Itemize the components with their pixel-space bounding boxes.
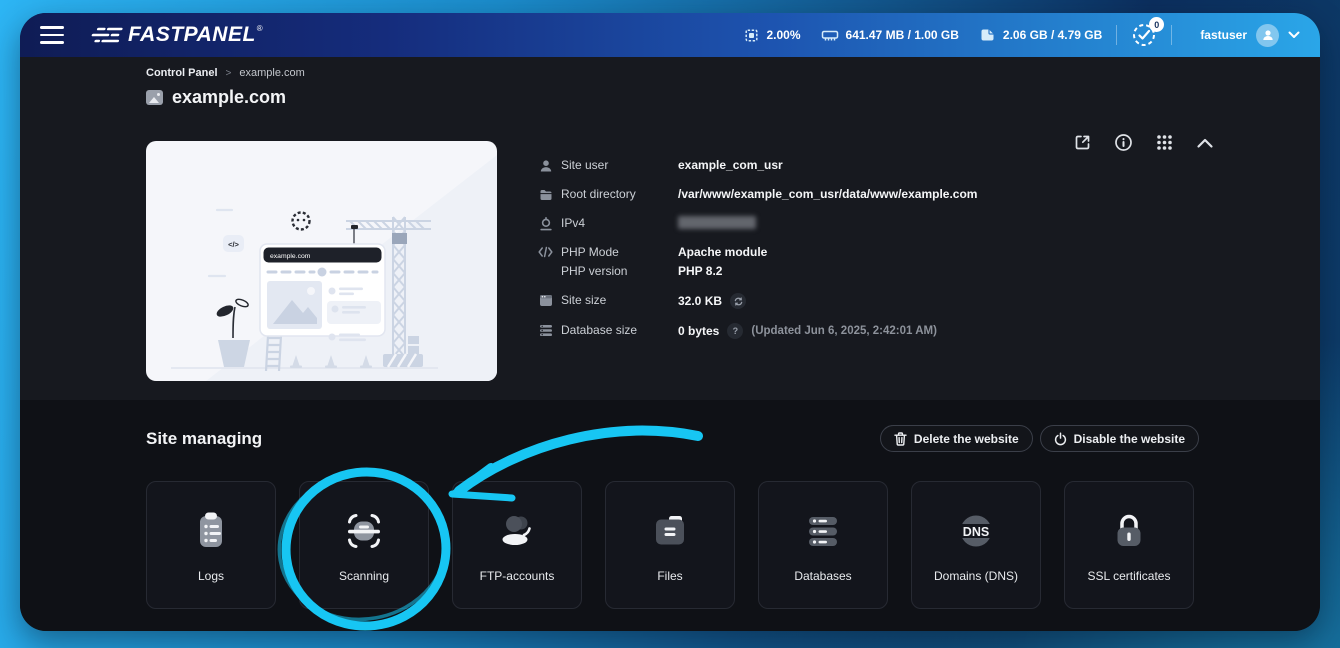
menu-icon[interactable] bbox=[40, 26, 64, 44]
site-action-buttons: Delete the website Disable the website bbox=[879, 425, 1199, 452]
detail-row-root-directory: Root directory /var/www/example_com_usr/… bbox=[538, 187, 977, 202]
folder-icon bbox=[538, 188, 553, 202]
person-icon bbox=[1262, 30, 1273, 40]
tile-ftp-accounts[interactable]: FTP-accounts bbox=[452, 481, 582, 609]
databases-icon bbox=[809, 516, 837, 546]
tile-logs[interactable]: Logs bbox=[146, 481, 276, 609]
site-info-section: Control Panel > example.com example.com bbox=[20, 57, 1320, 400]
chevron-down-icon bbox=[1288, 31, 1300, 38]
brand-name: FASTPANEL bbox=[128, 23, 256, 46]
logs-icon bbox=[200, 512, 222, 547]
trash-icon bbox=[894, 431, 907, 446]
cpu-icon bbox=[744, 28, 758, 42]
grid-icon bbox=[1157, 135, 1172, 150]
database-size-updated: (Updated Jun 6, 2025, 2:42:01 AM) bbox=[751, 325, 937, 337]
disk-value: 2.06 GB / 4.79 GB bbox=[1002, 28, 1103, 42]
brand-reg-mark: ® bbox=[256, 24, 263, 33]
breadcrumb-site[interactable]: example.com bbox=[239, 67, 304, 79]
detail-row-site-size: Site size 32.0 KB bbox=[538, 293, 977, 309]
ram-stat[interactable]: 641.47 MB / 1.00 GB bbox=[821, 28, 959, 43]
tile-files[interactable]: Files bbox=[605, 481, 735, 609]
dns-icon: DNS bbox=[955, 515, 997, 546]
scan-icon bbox=[348, 513, 380, 548]
browser-url: example.com bbox=[270, 253, 311, 260]
tile-databases[interactable]: Databases bbox=[758, 481, 888, 609]
lock-icon bbox=[1117, 514, 1141, 546]
info-icon bbox=[1115, 134, 1132, 151]
svg-text:DNS: DNS bbox=[963, 524, 989, 538]
site-managing-section: Site managing Delete the website Disable… bbox=[20, 400, 1320, 631]
notifications-badge: 0 bbox=[1149, 17, 1165, 32]
user-menu[interactable]: fastuser bbox=[1200, 23, 1300, 47]
delete-website-button[interactable]: Delete the website bbox=[879, 425, 1033, 452]
site-overview: </> example.com Site user example_com_us… bbox=[146, 141, 1320, 381]
divider bbox=[1116, 25, 1118, 45]
tile-scanning[interactable]: Scanning bbox=[299, 481, 429, 609]
ram-value: 641.47 MB / 1.00 GB bbox=[845, 28, 959, 42]
section-title: Site managing bbox=[146, 428, 263, 448]
plant-illustration bbox=[216, 298, 250, 367]
username: fastuser bbox=[1200, 28, 1247, 42]
disk-icon bbox=[981, 29, 994, 41]
apps-grid-button[interactable] bbox=[1155, 133, 1174, 152]
tile-domains-dns[interactable]: DNS Domains (DNS) bbox=[911, 481, 1041, 609]
app-window: FASTPANEL ® 2.00% 641.47 MB / 1.00 GB 2.… bbox=[20, 13, 1320, 631]
browser-illustration: example.com bbox=[259, 243, 386, 342]
detail-row-site-user: Site user example_com_usr bbox=[538, 158, 977, 173]
tile-ssl-certificates[interactable]: SSL certificates bbox=[1064, 481, 1194, 609]
resource-stats: 2.00% 641.47 MB / 1.00 GB 2.06 GB / 4.79… bbox=[743, 27, 1102, 44]
ram-icon bbox=[821, 30, 838, 40]
title-row: example.com bbox=[146, 87, 1320, 108]
stack-icon bbox=[538, 324, 553, 337]
external-link-icon bbox=[1075, 135, 1090, 150]
folder-icon bbox=[656, 515, 684, 544]
disable-website-button[interactable]: Disable the website bbox=[1039, 425, 1199, 452]
blurred-ip-value bbox=[678, 216, 756, 229]
breadcrumb-separator: > bbox=[225, 67, 232, 79]
avatar bbox=[1256, 23, 1279, 47]
collapse-button[interactable] bbox=[1196, 137, 1214, 149]
breadcrumb-control-panel[interactable]: Control Panel bbox=[146, 67, 218, 79]
chevron-up-icon bbox=[1197, 138, 1213, 148]
topbar: FASTPANEL ® 2.00% 641.47 MB / 1.00 GB 2.… bbox=[20, 13, 1320, 57]
brand-logo[interactable]: FASTPANEL ® bbox=[88, 23, 263, 47]
site-illustration: </> example.com bbox=[146, 141, 497, 381]
power-icon bbox=[1054, 432, 1066, 445]
site-details: Site user example_com_usr Root directory… bbox=[538, 158, 977, 381]
notifications-button[interactable]: 0 bbox=[1131, 17, 1165, 48]
equalizer-icon bbox=[91, 27, 123, 43]
refresh-site-size-button[interactable] bbox=[730, 293, 747, 309]
info-button[interactable] bbox=[1114, 133, 1133, 152]
cpu-value: 2.00% bbox=[766, 28, 801, 42]
people-icon bbox=[502, 515, 531, 545]
database-size-help-button[interactable]: ? bbox=[727, 323, 744, 339]
open-site-button[interactable] bbox=[1073, 133, 1092, 152]
managing-tiles: Logs Scanning FTP-accounts Files Databas… bbox=[146, 481, 1199, 609]
cpu-stat[interactable]: 2.00% bbox=[743, 27, 801, 44]
detail-row-ipv4: IPv4 bbox=[538, 216, 977, 231]
code-badge-icon: </> bbox=[223, 235, 244, 252]
pin-icon bbox=[538, 217, 553, 231]
detail-row-database-size: Database size 0 bytes ? (Updated Jun 6, … bbox=[538, 323, 977, 339]
under-construction-illustration: </> example.com bbox=[171, 155, 497, 381]
detail-row-php: PHP Mode PHP version Apache module PHP 8… bbox=[538, 245, 977, 278]
site-image-icon bbox=[146, 90, 163, 105]
code-icon bbox=[538, 246, 553, 258]
breadcrumb: Control Panel > example.com bbox=[146, 57, 1320, 79]
divider bbox=[1171, 25, 1173, 45]
svg-text:</>: </> bbox=[228, 240, 239, 249]
window-icon bbox=[538, 294, 553, 307]
page-title: example.com bbox=[172, 87, 287, 107]
user-icon bbox=[538, 159, 553, 173]
header-actions bbox=[1073, 133, 1214, 152]
gear-icon bbox=[291, 211, 311, 231]
disk-stat[interactable]: 2.06 GB / 4.79 GB bbox=[979, 27, 1102, 43]
